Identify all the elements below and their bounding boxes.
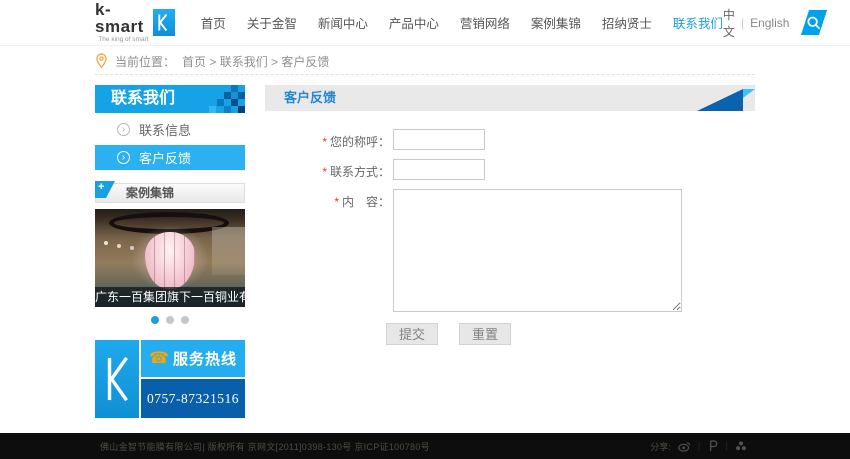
feedback-form: *您的称呼： *联系方式： *内 容： 提交 重置 [265, 129, 755, 345]
hotline-number: 0757-87321516 [141, 379, 245, 418]
location-pin-icon [95, 53, 108, 69]
cases-section-title: 案例集锦 [126, 186, 174, 200]
logo-tagline: The king of smart [98, 37, 148, 44]
lang-en[interactable]: English [750, 16, 789, 30]
hotline-label: 服务热线 [173, 348, 237, 369]
sidebar-item-contact-info[interactable]: › 联系信息 [95, 117, 245, 142]
carousel-dots [95, 316, 245, 324]
language-switch: 中文 | English [723, 6, 790, 40]
form-row-name: *您的称呼： [265, 129, 755, 150]
name-field[interactable] [393, 129, 485, 150]
breadcrumb-trail[interactable]: 首页 > 联系我们 > 客户反馈 [182, 53, 329, 70]
name-label: *您的称呼： [265, 129, 393, 150]
wall-spotlights-shape [104, 241, 108, 245]
content-field[interactable] [393, 189, 682, 312]
copyright-text: 佛山金智节能膜有限公司| 版权所有 京网文[2011]0398-130号 京IC… [100, 440, 430, 453]
required-mark: * [334, 195, 339, 209]
form-row-content: *内 容： [265, 189, 755, 312]
share-separator: | [698, 441, 701, 452]
contact-label: *联系方式： [265, 159, 393, 180]
carousel-dot[interactable] [151, 316, 159, 324]
form-buttons: 提交 重置 [386, 323, 755, 345]
tencent-weibo-icon[interactable] [707, 440, 718, 452]
logo-text: k-smart [95, 1, 149, 35]
nav-item-marketing[interactable]: 营销网络 [460, 13, 510, 32]
case-photo[interactable]: 广东一百集团旗下一百铜业有 [95, 209, 245, 307]
nav-item-news[interactable]: 新闻中心 [318, 13, 368, 32]
contact-field[interactable] [393, 159, 485, 180]
search-button[interactable] [801, 10, 827, 35]
sidebar-item-label: 客户反馈 [139, 148, 191, 167]
form-row-contact: *联系方式： [265, 159, 755, 180]
plus-corner-icon: + [95, 181, 115, 198]
sidebar-section-title-text: 联系我们 [111, 90, 175, 107]
share-separator: | [725, 441, 728, 452]
sidebar-section-title: 联系我们 [95, 85, 245, 113]
share-bar: 分享: | | [650, 440, 747, 453]
phone-icon: ☎ [149, 351, 169, 367]
triangle-decoration [697, 85, 755, 111]
sidebar-menu: › 联系信息 › 客户反馈 [95, 117, 245, 170]
logo[interactable]: k-smart The king of smart [95, 1, 175, 44]
content-label: *内 容： [265, 189, 393, 312]
page-title: 客户反馈 [265, 85, 755, 111]
nav-item-jobs[interactable]: 招纳贤士 [602, 13, 652, 32]
case-caption[interactable]: 广东一百集团旗下一百铜业有 [95, 287, 245, 307]
k-logo-icon [95, 340, 139, 418]
nav-item-cases[interactable]: 案例集锦 [531, 13, 581, 32]
required-mark: * [322, 135, 327, 149]
content-area: 联系我们 › 联系信息 › 客户反馈 [95, 85, 755, 418]
share-label: 分享: [650, 440, 671, 453]
carousel-dot[interactable] [181, 316, 189, 324]
service-hotline-banner: ☎ 服务热线 0757-87321516 [95, 340, 245, 418]
submit-button[interactable]: 提交 [386, 323, 438, 345]
nav-item-about[interactable]: 关于金智 [247, 13, 297, 32]
cases-section-header[interactable]: + 案例集锦 [95, 183, 245, 203]
sidebar-item-label: 联系信息 [139, 120, 191, 139]
nav-item-contact[interactable]: 联系我们 [673, 13, 723, 32]
weibo-icon[interactable] [678, 441, 691, 452]
breadcrumb-prefix: 当前位置： [115, 53, 175, 70]
reset-button[interactable]: 重置 [459, 323, 511, 345]
chevron-right-icon: › [117, 123, 130, 136]
nav-item-products[interactable]: 产品中心 [389, 13, 439, 32]
main-panel: 客户反馈 *您的称呼： *联系方式： *内 容： [265, 85, 755, 418]
hotline-header: ☎ 服务热线 [141, 340, 245, 377]
lang-zh[interactable]: 中文 [723, 6, 735, 40]
sidebar: 联系我们 › 联系信息 › 客户反馈 [95, 85, 245, 418]
renren-icon[interactable] [735, 440, 747, 452]
mosaic-decoration [189, 85, 245, 113]
sidebar-item-customer-feedback[interactable]: › 客户反馈 [95, 145, 245, 170]
breadcrumb: 当前位置： 首页 > 联系我们 > 客户反馈 [95, 48, 755, 75]
required-mark: * [322, 165, 327, 179]
chevron-right-icon: › [117, 151, 130, 164]
k-logo-icon [153, 9, 175, 36]
carousel-dot[interactable] [166, 316, 174, 324]
site-footer: 佛山金智节能膜有限公司| 版权所有 京网文[2011]0398-130号 京IC… [0, 433, 850, 459]
site-header: k-smart The king of smart 首页 关于金智 新闻中心 产… [0, 0, 850, 46]
lang-separator: | [741, 16, 744, 30]
nav-item-home[interactable]: 首页 [201, 13, 226, 32]
search-icon [805, 14, 823, 32]
shelf-shape [212, 227, 245, 275]
page-title-bar: 客户反馈 [265, 85, 755, 111]
main-nav: 首页 关于金智 新闻中心 产品中心 营销网络 案例集锦 招纳贤士 联系我们 [201, 13, 723, 32]
